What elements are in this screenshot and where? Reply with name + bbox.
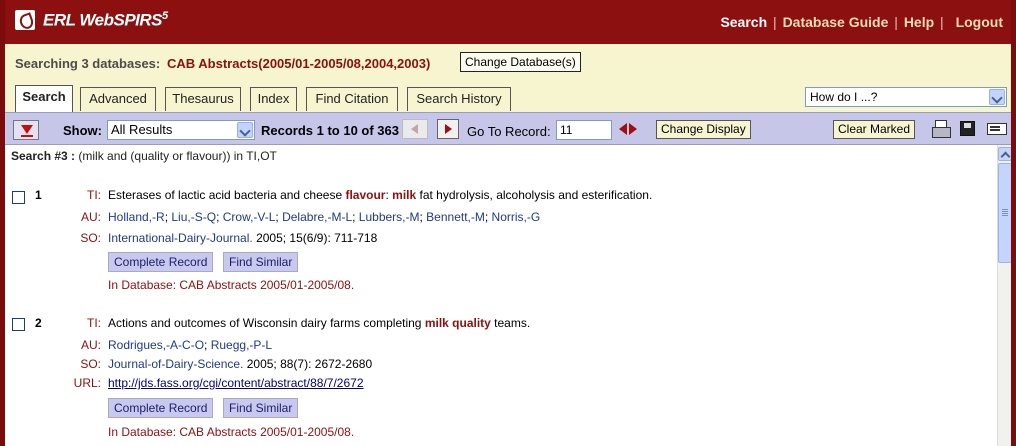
results-scrollbar[interactable] bbox=[997, 145, 1011, 446]
top-header: ERL WebSPIRS5 Search | Database Guide | … bbox=[5, 0, 1011, 44]
results-toolbar: Show: All Results Records 1 to 10 of 363… bbox=[5, 112, 1011, 145]
url-field-label: URL: bbox=[73, 376, 101, 390]
tab-search-history[interactable]: Search History bbox=[407, 87, 511, 111]
show-selected-value: All Results bbox=[111, 122, 173, 137]
record-url: http://jds.fass.org/cgi/content/abstract… bbox=[108, 376, 364, 390]
tab-search[interactable]: Search bbox=[15, 85, 73, 112]
title-text: Actions and outcomes of Wisconsin dairy … bbox=[108, 316, 425, 330]
author-link[interactable]: Crow,-V-L bbox=[223, 210, 276, 224]
find-similar-button[interactable]: Find Similar bbox=[223, 398, 299, 418]
how-do-i-selected: How do I ...? bbox=[810, 90, 878, 104]
goto-record-label: Go To Record: bbox=[467, 124, 551, 139]
search-number: Search #3 : bbox=[11, 149, 76, 163]
title-text: fat hydrolysis, alcoholysis and esterifi… bbox=[416, 188, 653, 202]
how-do-i-select[interactable]: How do I ...? bbox=[805, 87, 1007, 107]
change-databases-button[interactable]: Change Database(s) bbox=[460, 52, 581, 72]
records-range: Records 1 to 10 of 363 bbox=[261, 123, 399, 138]
record-title: Actions and outcomes of Wisconsin dairy … bbox=[108, 316, 530, 330]
find-similar-button[interactable]: Find Similar bbox=[223, 252, 299, 272]
nav-separator: | bbox=[894, 14, 898, 30]
next-page-button[interactable] bbox=[437, 119, 459, 139]
tab-find-citation[interactable]: Find Citation bbox=[306, 87, 398, 111]
nav-help-link[interactable]: Help bbox=[904, 14, 934, 30]
show-label: Show: bbox=[63, 123, 102, 138]
title-field-label: TI: bbox=[87, 316, 101, 330]
record-url-link[interactable]: http://jds.fass.org/cgi/content/abstract… bbox=[108, 376, 364, 390]
goto-arrows-icon[interactable] bbox=[617, 120, 641, 138]
previous-page-button[interactable] bbox=[402, 119, 428, 139]
results-pane: Search #3 : (milk and (quality or flavou… bbox=[5, 145, 997, 446]
author-link[interactable]: Holland,-R bbox=[108, 210, 165, 224]
author-link[interactable]: Rodrigues,-A-C-O bbox=[108, 338, 204, 352]
email-icon[interactable] bbox=[987, 123, 1007, 135]
top-nav: Search | Database Guide | Help | Logout bbox=[720, 14, 1003, 30]
chevron-down-icon[interactable] bbox=[989, 89, 1005, 105]
clear-marked-button[interactable]: Clear Marked bbox=[833, 120, 916, 139]
source-field-label: SO: bbox=[80, 231, 101, 245]
tab-bar: Search Advanced Thesaurus Index Find Cit… bbox=[5, 81, 1011, 112]
source-details: 2005; 15(6/9): 711-718 bbox=[252, 231, 378, 245]
brand-logo: ERL WebSPIRS5 bbox=[15, 10, 168, 31]
goto-record-input[interactable]: 11 bbox=[556, 120, 612, 140]
brand-version: 5 bbox=[162, 10, 168, 22]
complete-record-button[interactable]: Complete Record bbox=[108, 398, 214, 418]
app-window: ERL WebSPIRS5 Search | Database Guide | … bbox=[0, 0, 1016, 446]
printer-icon[interactable] bbox=[931, 119, 951, 139]
tab-thesaurus[interactable]: Thesaurus bbox=[165, 87, 241, 111]
record-authors: Holland,-R; Liu,-S-Q; Crow,-V-L; Delabre… bbox=[108, 210, 541, 224]
show-select[interactable]: All Results bbox=[107, 120, 255, 140]
title-highlight: quality bbox=[452, 316, 491, 330]
in-database-note: In Database: CAB Abstracts 2005/01-2005/… bbox=[108, 278, 355, 292]
title-highlight: milk bbox=[424, 316, 449, 330]
in-database-note: In Database: CAB Abstracts 2005/01-2005/… bbox=[108, 425, 355, 439]
nav-logout-link[interactable]: Logout bbox=[956, 14, 1003, 30]
complete-record-button[interactable]: Complete Record bbox=[108, 252, 214, 272]
search-query: (milk and (quality or flavour)) in TI,OT bbox=[78, 149, 277, 163]
author-link[interactable]: Lubbers,-M bbox=[359, 210, 420, 224]
database-names: CAB Abstracts(2005/01-2005/08,2004,2003) bbox=[167, 56, 431, 71]
logo-mark-icon bbox=[15, 10, 35, 31]
author-link[interactable]: Liu,-S-Q bbox=[171, 210, 216, 224]
record-title: Esterases of lactic acid bacteria and ch… bbox=[108, 188, 652, 202]
tab-advanced[interactable]: Advanced bbox=[80, 87, 156, 111]
nav-separator: | bbox=[773, 14, 777, 30]
nav-search-link[interactable]: Search bbox=[720, 14, 767, 30]
record-source: International-Dairy-Journal. 2005; 15(6/… bbox=[108, 231, 377, 245]
journal-link[interactable]: International-Dairy-Journal. bbox=[108, 231, 253, 245]
record-source: Journal-of-Dairy-Science. 2005; 88(7): 2… bbox=[108, 357, 372, 371]
title-text: Esterases of lactic acid bacteria and ch… bbox=[108, 188, 346, 202]
scroll-up-icon[interactable] bbox=[998, 147, 1011, 161]
author-link[interactable]: Bennett,-M bbox=[426, 210, 485, 224]
title-field-label: TI: bbox=[87, 188, 101, 202]
title-highlight: milk bbox=[392, 188, 417, 202]
author-link[interactable]: Norris,-G bbox=[492, 210, 541, 224]
author-field-label: AU: bbox=[80, 338, 101, 352]
journal-link[interactable]: Journal-of-Dairy-Science. bbox=[108, 357, 243, 371]
author-link[interactable]: Ruegg,-P-L bbox=[211, 338, 272, 352]
save-disk-icon[interactable] bbox=[960, 121, 975, 136]
nav-database-guide-link[interactable]: Database Guide bbox=[783, 14, 889, 30]
scroll-thumb[interactable] bbox=[998, 163, 1011, 263]
database-bar: Searching 3 databases: CAB Abstracts(200… bbox=[5, 44, 1011, 81]
brand-name: ERL WebSPIRS bbox=[43, 10, 163, 30]
search-summary: Search #3 : (milk and (quality or flavou… bbox=[11, 149, 277, 163]
title-text: teams. bbox=[490, 316, 531, 330]
collapse-arrow-button[interactable] bbox=[13, 120, 39, 140]
tab-index[interactable]: Index bbox=[250, 87, 297, 111]
source-field-label: SO: bbox=[80, 357, 101, 371]
source-details: 2005; 88(7): 2672-2680 bbox=[243, 357, 373, 371]
record-authors: Rodrigues,-A-C-O; Ruegg,-P-L bbox=[108, 338, 273, 352]
chevron-down-icon[interactable] bbox=[237, 122, 253, 138]
title-highlight: flavour bbox=[345, 188, 386, 202]
searching-label: Searching 3 databases: bbox=[15, 56, 161, 71]
author-field-label: AU: bbox=[80, 210, 101, 224]
author-link[interactable]: Delabre,-M-L bbox=[282, 210, 352, 224]
change-display-button[interactable]: Change Display bbox=[656, 120, 751, 139]
nav-separator: | bbox=[940, 14, 944, 30]
